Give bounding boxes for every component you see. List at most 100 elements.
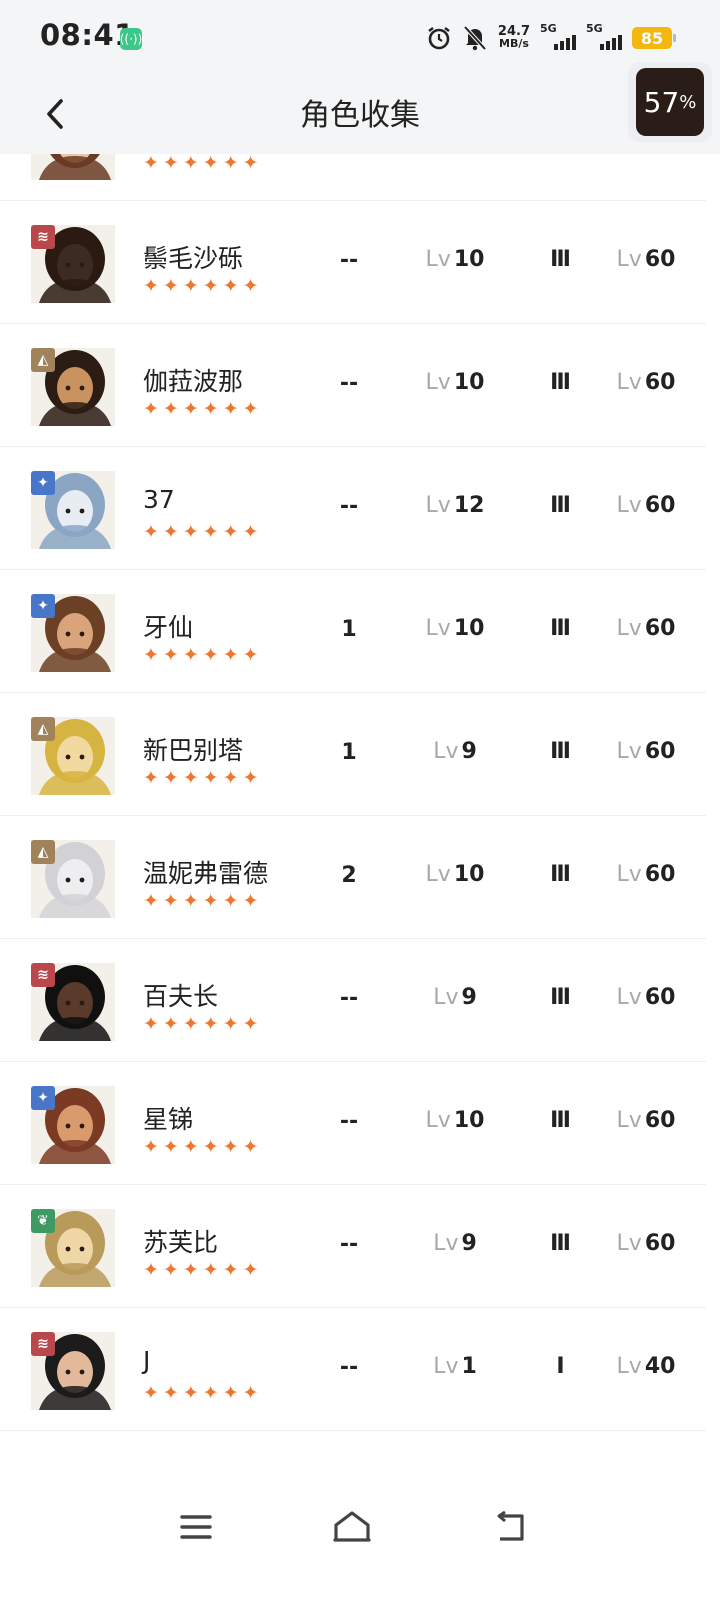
- floating-widget[interactable]: 57%: [628, 62, 712, 142]
- star-icon: ✦: [143, 275, 159, 297]
- character-row[interactable]: ◭ 伽菈波那 ✦ ✦ ✦ ✦ ✦ ✦ -- Lv 10 Ⅲ Lv 60: [0, 324, 706, 447]
- level-value: 9: [461, 1231, 477, 1256]
- star-icon: ✦: [202, 154, 219, 174]
- character-level: Lv 10: [410, 616, 500, 641]
- character-row[interactable]: ≋ J ✦ ✦ ✦ ✦ ✦ ✦ -- Lv 1 Ⅰ Lv 40: [0, 1308, 706, 1431]
- level-prefix: Lv: [425, 370, 451, 395]
- star-icon: ✦: [143, 890, 159, 912]
- star-icon: ✦: [222, 1259, 239, 1281]
- system-nav-bar: [0, 1460, 720, 1600]
- star-icon: ✦: [162, 1259, 179, 1281]
- max-level-prefix: Lv: [616, 1231, 642, 1256]
- max-level-value: 60: [644, 985, 676, 1010]
- level-prefix: Lv: [433, 739, 459, 764]
- sim2-label: 5G: [586, 22, 603, 35]
- rarity-stars: ✦ ✦ ✦ ✦ ✦ ✦: [143, 892, 259, 911]
- nav-back-button[interactable]: [480, 1502, 540, 1552]
- character-insight-count: --: [339, 986, 359, 1011]
- star-icon: ✦: [202, 1013, 219, 1035]
- character-avatar: ≋: [31, 225, 115, 303]
- character-row[interactable]: ✦ 37 ✦ ✦ ✦ ✦ ✦ ✦ -- Lv 12 Ⅲ Lv 60: [0, 447, 706, 570]
- character-row[interactable]: ❦ 苏芙比 ✦ ✦ ✦ ✦ ✦ ✦ -- Lv 9 Ⅲ Lv 60: [0, 1185, 706, 1308]
- element-star-icon: ✦: [31, 471, 55, 495]
- level-prefix: Lv: [425, 1108, 451, 1133]
- level-value: 12: [453, 493, 485, 518]
- max-level-value: 60: [644, 247, 676, 272]
- home-button[interactable]: [322, 1502, 382, 1552]
- max-level-value: 60: [644, 370, 676, 395]
- element-mineral-icon: ◭: [31, 840, 55, 864]
- character-max-level: Lv 60: [598, 247, 694, 272]
- page-title: 角色收集: [300, 98, 420, 133]
- character-avatar: ✦: [31, 594, 115, 672]
- star-icon: ✦: [222, 1013, 239, 1035]
- character-row[interactable]: ◭ 新巴别塔 ✦ ✦ ✦ ✦ ✦ ✦ 1 Lv 9 Ⅲ Lv 60: [0, 693, 706, 816]
- character-max-level: Lv 60: [598, 1231, 694, 1256]
- character-row[interactable]: ≋ 百夫长 ✦ ✦ ✦ ✦ ✦ ✦ -- Lv 9 Ⅲ Lv 60: [0, 939, 706, 1062]
- star-icon: ✦: [202, 767, 219, 789]
- star-icon: ✦: [242, 521, 259, 543]
- star-icon: ✦: [182, 154, 199, 174]
- level-value: 1: [461, 1354, 477, 1379]
- star-icon: ✦: [182, 644, 199, 666]
- character-level: Lv 10: [410, 370, 500, 395]
- star-icon: ✦: [162, 398, 179, 420]
- star-icon: ✦: [162, 767, 179, 789]
- character-insight-count: --: [339, 1109, 359, 1134]
- element-beast-icon: ≋: [31, 1332, 55, 1356]
- rarity-stars: ✦ ✦ ✦ ✦ ✦ ✦: [143, 523, 259, 542]
- character-level: Lv 12: [410, 493, 500, 518]
- menu-button[interactable]: [166, 1502, 226, 1552]
- level-prefix: Lv: [433, 1231, 459, 1256]
- level-prefix: Lv: [425, 493, 451, 518]
- rarity-stars: ✦ ✦ ✦ ✦ ✦ ✦: [143, 1384, 259, 1403]
- star-icon: ✦: [162, 1013, 179, 1035]
- character-name: 37: [143, 485, 175, 514]
- max-level-value: 60: [644, 862, 676, 887]
- app-header: 角色收集 57%: [0, 62, 720, 154]
- star-icon: ✦: [222, 154, 239, 174]
- character-row[interactable]: ≋ 鬃毛沙砾 ✦ ✦ ✦ ✦ ✦ ✦ -- Lv 10 Ⅲ Lv 60: [0, 201, 706, 324]
- character-avatar: ◭: [31, 717, 115, 795]
- character-name: 苏芙比: [143, 1228, 219, 1257]
- max-level-prefix: Lv: [616, 493, 642, 518]
- character-rank: Ⅲ: [550, 370, 571, 395]
- character-row[interactable]: ≋ ✦✦✦✦✦✦: [0, 154, 706, 201]
- status-icons: 24.7 MB/s 5G 5G 85: [426, 22, 676, 54]
- character-row[interactable]: ✦ 星锑 ✦ ✦ ✦ ✦ ✦ ✦ -- Lv 10 Ⅲ Lv 60: [0, 1062, 706, 1185]
- character-name: 牙仙: [143, 613, 194, 642]
- level-value: 10: [453, 370, 485, 395]
- character-row[interactable]: ✦ 牙仙 ✦ ✦ ✦ ✦ ✦ ✦ 1 Lv 10 Ⅲ Lv 60: [0, 570, 706, 693]
- battery-level: 85: [640, 28, 664, 48]
- character-level: Lv 10: [410, 247, 500, 272]
- star-icon: ✦: [162, 275, 179, 297]
- max-level-value: 60: [644, 493, 676, 518]
- battery-icon: 85: [632, 27, 676, 49]
- character-list[interactable]: ≋ ✦✦✦✦✦✦ ≋ 鬃毛沙砾: [0, 154, 706, 1434]
- max-level-prefix: Lv: [616, 1354, 642, 1379]
- character-max-level: Lv 60: [598, 616, 694, 641]
- mute-bell-icon: [462, 25, 488, 51]
- character-avatar: ◭: [31, 348, 115, 426]
- star-icon: ✦: [222, 1136, 239, 1158]
- rarity-stars: ✦ ✦ ✦ ✦ ✦ ✦: [143, 1015, 259, 1034]
- star-icon: ✦: [222, 521, 239, 543]
- star-icon: ✦: [222, 398, 239, 420]
- star-icon: ✦: [182, 1136, 199, 1158]
- floating-percent-value: 57: [643, 85, 680, 119]
- star-icon: ✦: [143, 644, 159, 666]
- character-level: Lv 1: [410, 1354, 500, 1379]
- star-icon: ✦: [202, 1382, 219, 1404]
- character-rank: Ⅰ: [556, 1354, 564, 1379]
- character-name: 温妮弗雷德: [143, 859, 269, 888]
- character-max-level: Lv 40: [598, 1354, 694, 1379]
- character-row[interactable]: ◭ 温妮弗雷德 ✦ ✦ ✦ ✦ ✦ ✦ 2 Lv 10 Ⅲ Lv 60: [0, 816, 706, 939]
- level-prefix: Lv: [425, 616, 451, 641]
- character-rank: Ⅲ: [550, 493, 571, 518]
- character-insight-count: 1: [341, 617, 357, 642]
- character-avatar: ≋: [31, 963, 115, 1041]
- star-icon: ✦: [202, 398, 219, 420]
- rarity-stars: ✦ ✦ ✦ ✦ ✦ ✦: [143, 400, 259, 419]
- character-avatar: ✦: [31, 1086, 115, 1164]
- level-value: 10: [453, 862, 485, 887]
